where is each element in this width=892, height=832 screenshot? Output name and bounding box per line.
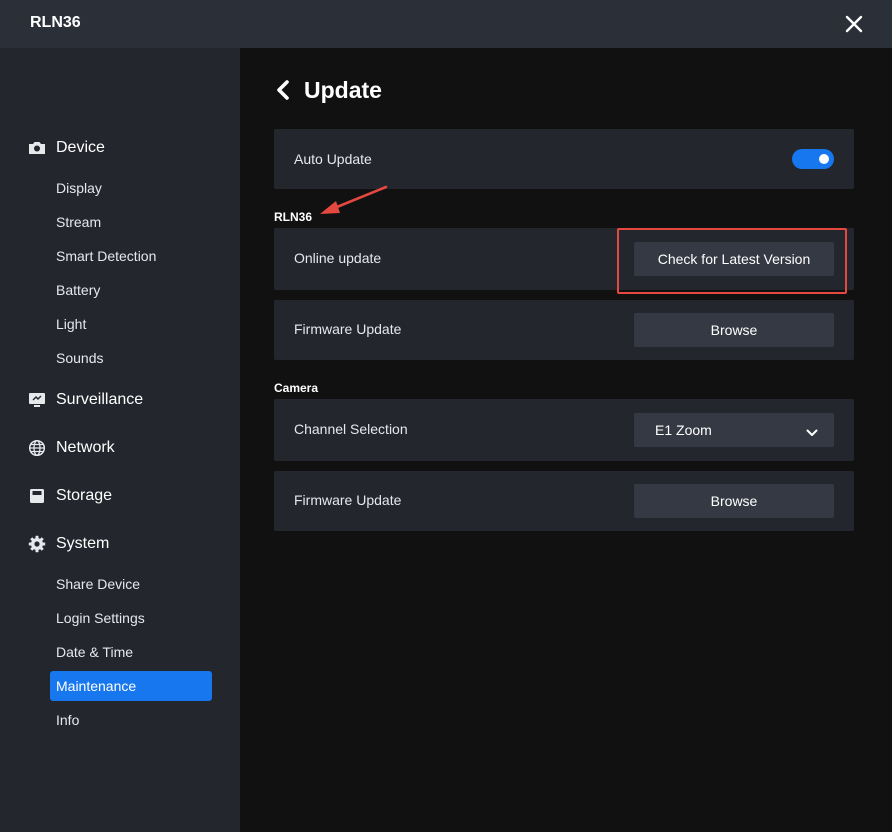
page-title: Update bbox=[304, 76, 382, 103]
section-label-camera: Camera bbox=[274, 381, 319, 395]
sidebar-item-display[interactable]: Display bbox=[50, 173, 212, 203]
online-update-label: Online update bbox=[294, 250, 382, 266]
sidebar-section-network[interactable]: Network bbox=[28, 436, 115, 460]
globe-icon bbox=[28, 439, 46, 457]
auto-update-row: Auto Update bbox=[274, 129, 854, 189]
firmware-update-label: Firmware Update bbox=[294, 321, 402, 337]
rln36-firmware-update-row: Firmware Update Browse bbox=[274, 300, 854, 360]
sidebar-section-label: System bbox=[56, 535, 110, 552]
back-chevron-icon[interactable] bbox=[274, 77, 296, 103]
storage-icon bbox=[28, 487, 46, 505]
sidebar-item-sounds[interactable]: Sounds bbox=[50, 343, 212, 373]
firmware-update-label: Firmware Update bbox=[294, 492, 402, 508]
check-latest-version-button[interactable]: Check for Latest Version bbox=[634, 242, 834, 276]
sidebar-section-label: Network bbox=[56, 439, 115, 456]
sidebar-item-smart-detection[interactable]: Smart Detection bbox=[50, 241, 212, 271]
sidebar-item-info[interactable]: Info bbox=[50, 705, 212, 735]
section-label-rln36: RLN36 bbox=[274, 210, 313, 224]
online-update-row: Online update Check for Latest Version bbox=[274, 228, 854, 290]
channel-select-value: E1 Zoom bbox=[655, 422, 712, 438]
sidebar-section-system[interactable]: System bbox=[28, 532, 109, 556]
window-title: RLN36 bbox=[30, 14, 81, 31]
title-bar: RLN36 bbox=[0, 0, 892, 48]
sidebar-item-battery[interactable]: Battery bbox=[50, 275, 212, 305]
sidebar-item-share-device[interactable]: Share Device bbox=[50, 569, 212, 599]
channel-selection-row: Channel Selection E1 Zoom bbox=[274, 399, 854, 461]
sidebar-item-stream[interactable]: Stream bbox=[50, 207, 212, 237]
camera-browse-button[interactable]: Browse bbox=[634, 484, 834, 518]
sidebar-section-label: Device bbox=[56, 139, 105, 156]
channel-selection-label: Channel Selection bbox=[294, 421, 408, 437]
sidebar: Device Display Stream Smart Detection Ba… bbox=[0, 48, 240, 832]
sidebar-section-label: Surveillance bbox=[56, 391, 144, 408]
channel-select[interactable]: E1 Zoom bbox=[634, 413, 834, 447]
rln36-browse-button[interactable]: Browse bbox=[634, 313, 834, 347]
sidebar-section-label: Storage bbox=[56, 487, 113, 504]
camera-firmware-update-row: Firmware Update Browse bbox=[274, 471, 854, 531]
monitor-icon bbox=[28, 391, 46, 409]
sidebar-item-date-time[interactable]: Date & Time bbox=[50, 637, 212, 667]
sidebar-section-storage[interactable]: Storage bbox=[28, 484, 112, 508]
sidebar-item-light[interactable]: Light bbox=[50, 309, 212, 339]
main-panel: Update Auto Update RLN36 Online update C… bbox=[240, 48, 892, 832]
sidebar-section-surveillance[interactable]: Surveillance bbox=[28, 388, 143, 412]
page-header: Update bbox=[274, 75, 382, 105]
sidebar-item-maintenance[interactable]: Maintenance bbox=[50, 671, 212, 701]
chevron-down-icon bbox=[806, 425, 818, 436]
close-icon[interactable] bbox=[841, 11, 867, 37]
auto-update-toggle[interactable] bbox=[792, 149, 834, 169]
auto-update-label: Auto Update bbox=[294, 151, 372, 167]
camera-icon bbox=[28, 139, 46, 157]
gear-icon bbox=[28, 535, 46, 553]
toggle-knob bbox=[819, 154, 829, 164]
sidebar-section-device[interactable]: Device bbox=[28, 136, 105, 160]
sidebar-item-login-settings[interactable]: Login Settings bbox=[50, 603, 212, 633]
